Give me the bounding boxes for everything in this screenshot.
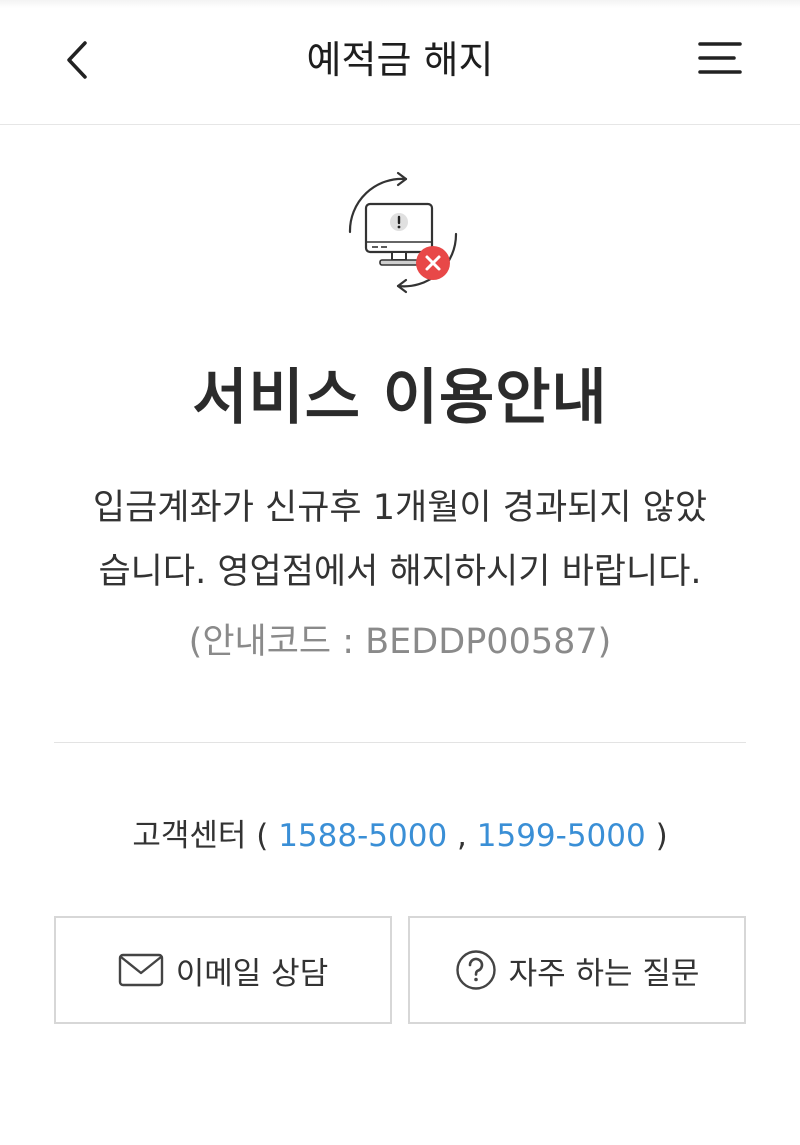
- customer-center-label: 고객센터 (: [132, 818, 269, 854]
- customer-center-suffix: ): [645, 818, 668, 854]
- customer-center-phone-1[interactable]: 1588-5000: [278, 818, 447, 854]
- notice-code: (안내코드 : BEDDP00587): [188, 622, 612, 662]
- customer-center-phone-2[interactable]: 1599-5000: [477, 818, 646, 854]
- notice-message-line-2: 습니다. 영업점에서 해지하시기 바랍니다.: [98, 552, 702, 592]
- menu-button[interactable]: [692, 34, 748, 86]
- top-app-bar: 예적금 해지: [0, 0, 800, 125]
- envelope-icon: [118, 953, 164, 987]
- email-consult-label: 이메일 상담: [175, 955, 329, 992]
- divider: [54, 742, 746, 743]
- phone-separator: ,: [447, 818, 477, 854]
- email-consult-button[interactable]: 이메일 상담: [54, 916, 392, 1024]
- hamburger-menu-icon: [698, 41, 742, 79]
- notice-message: 입금계좌가 신규후 1개월이 경과되지 않았 습니다. 영업점에서 해지하시기 …: [50, 476, 750, 604]
- faq-button[interactable]: 자주 하는 질문: [408, 916, 746, 1024]
- page-title: 예적금 해지: [306, 38, 494, 82]
- customer-center-line: 고객센터 ( 1588-5000 , 1599-5000 ): [0, 812, 800, 860]
- notice-title: 서비스 이용안내: [192, 363, 608, 433]
- question-circle-icon: [455, 949, 497, 991]
- monitor-error-icon: [336, 168, 464, 296]
- faq-label: 자주 하는 질문: [508, 955, 700, 992]
- notice-message-line-1: 입금계좌가 신규후 1개월이 경과되지 않았: [92, 488, 708, 528]
